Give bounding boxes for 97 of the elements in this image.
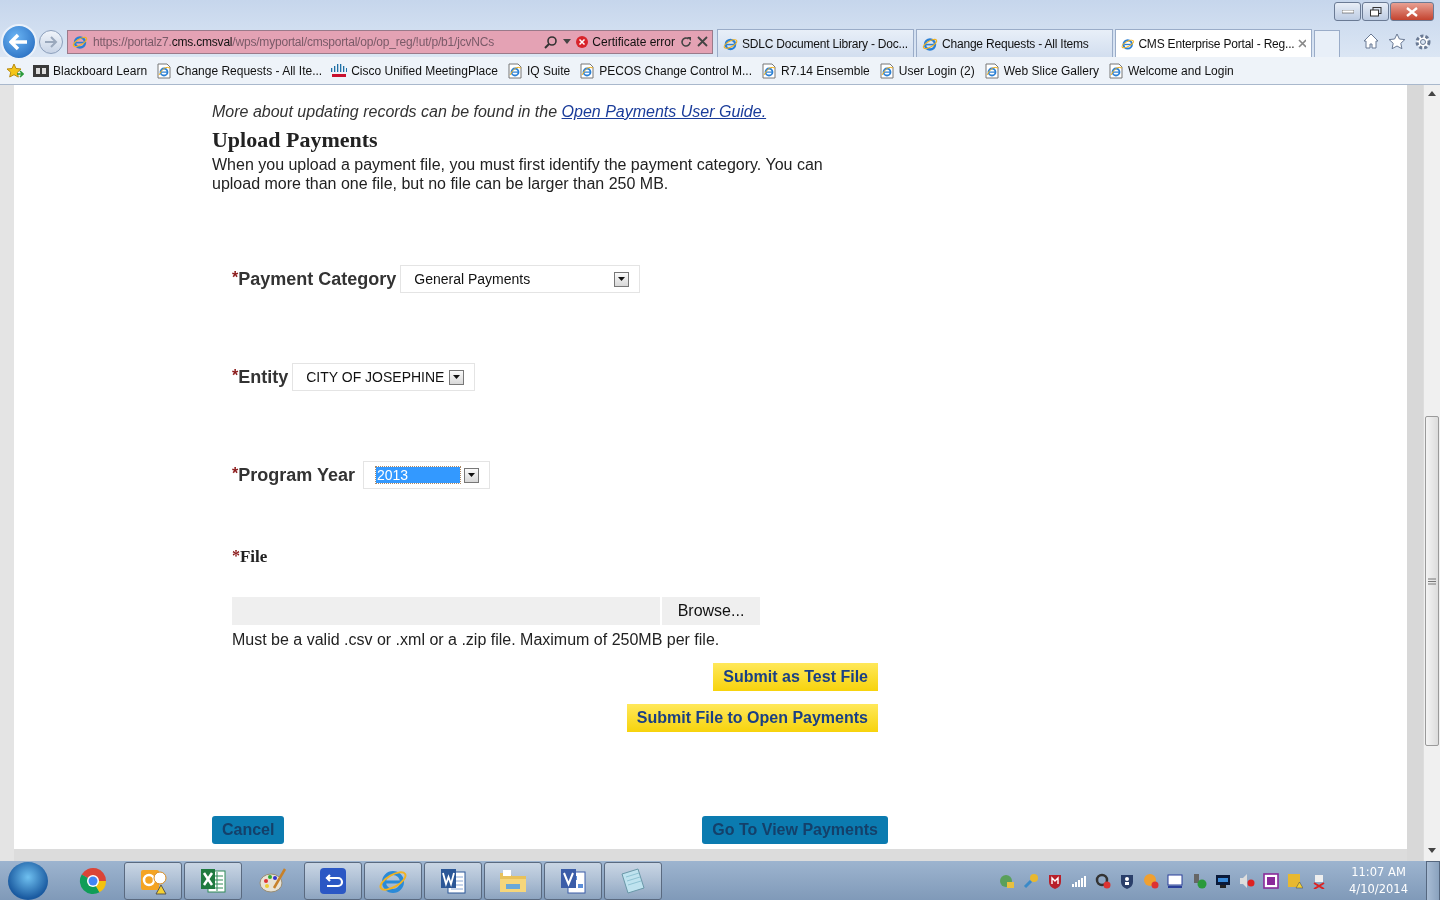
minimize-icon — [1341, 9, 1354, 14]
caret-icon[interactable] — [563, 39, 572, 44]
forward-button[interactable] — [39, 29, 63, 54]
favorite-link[interactable]: Blackboard Learn — [33, 63, 148, 78]
favorite-link[interactable]: Cisco Unified MeetingPlace — [331, 63, 498, 78]
scroll-down-icon[interactable] — [1428, 848, 1436, 853]
restore-button[interactable] — [1362, 2, 1389, 21]
submit-button[interactable]: Submit File to Open Payments — [626, 704, 878, 732]
caret-icon — [467, 473, 475, 477]
start-button[interactable] — [8, 862, 48, 900]
show-desktop-button[interactable] — [1426, 861, 1440, 900]
taskbar-app-button[interactable] — [124, 862, 182, 900]
spreadsheet-icon — [198, 866, 228, 896]
dropdown-button[interactable] — [463, 467, 479, 483]
scrollbar-track[interactable] — [1423, 85, 1440, 861]
intro-text: More about updating records can be found in the Open Payments User Guide. — [212, 103, 768, 121]
page-icon — [761, 62, 777, 79]
back-arrow-icon — [9, 32, 29, 51]
dropdown-button[interactable] — [449, 369, 465, 385]
scrollbar-thumb[interactable] — [1425, 416, 1439, 746]
select-field[interactable]: General Payments — [400, 265, 641, 293]
file-hint-text: Must be a valid .csv or .xml or a .zip file. Maximum of 250MB per file. — [232, 631, 721, 649]
notebook-icon[interactable] — [1263, 873, 1280, 889]
taskbar-app-button[interactable] — [604, 862, 662, 900]
field-label: *File — [232, 547, 269, 567]
user-guide-link[interactable]: Open Payments User Guide. — [561, 103, 767, 120]
close-icon — [1406, 6, 1418, 17]
browser-tab[interactable]: Change Requests - All Items — [916, 29, 1113, 57]
page-icon — [156, 62, 173, 79]
gear-icon[interactable] — [1414, 32, 1432, 51]
favorite-link[interactable]: User Login (2) — [878, 62, 975, 79]
warning-app-icon[interactable] — [1287, 873, 1304, 889]
shield-person-icon[interactable] — [1119, 873, 1136, 889]
browser-icon — [72, 33, 88, 50]
description-text: When you upload a payment file, you must first identify the payment category. You can upload more than one file, but no file can be larger than 250 MB. — [212, 155, 824, 193]
favorite-link[interactable]: PECOS Change Control M... — [579, 62, 752, 79]
shield-icon[interactable] — [1047, 873, 1064, 889]
sync-error-icon[interactable] — [1095, 873, 1112, 889]
taskbar-app-button[interactable] — [484, 862, 542, 900]
grip-icon — [1428, 577, 1436, 585]
star-icon[interactable] — [1388, 32, 1406, 50]
update-error-icon[interactable] — [1143, 873, 1160, 889]
page-icon — [878, 62, 895, 79]
scroll-up-icon[interactable] — [1428, 91, 1436, 96]
field-label: *Program Year — [232, 464, 355, 486]
page-icon — [1107, 62, 1124, 79]
favorites-star-icon[interactable] — [6, 62, 24, 79]
address-field[interactable]: https://portalz7.cms.cmsval/wps/myportal/cmsportal/op/op_reg/!ut/p/b1/jcvNCs Certificate error — [67, 29, 713, 54]
favorite-link[interactable]: Welcome and Login — [1107, 62, 1234, 79]
page-icon — [983, 62, 1000, 79]
search-icon[interactable] — [544, 34, 559, 49]
diagram-document-icon — [558, 866, 588, 896]
taskbar-app-button[interactable] — [304, 862, 362, 900]
taskbar-app-button[interactable] — [544, 862, 602, 900]
minimize-button[interactable] — [1334, 2, 1361, 21]
speaker-muted-icon[interactable] — [1239, 873, 1256, 889]
signal-icon[interactable] — [1071, 873, 1088, 889]
plug-check-icon[interactable] — [1191, 873, 1208, 889]
field-label: *Payment Category — [232, 268, 397, 290]
favorite-link[interactable]: Web Slice Gallery — [983, 62, 1099, 79]
select-field[interactable]: CITY OF JOSEPHINE — [292, 363, 476, 391]
taskbar-app-button[interactable] — [364, 862, 422, 900]
page-icon — [506, 62, 523, 79]
home-icon[interactable] — [1362, 32, 1380, 49]
section-heading: Upload Payments — [212, 127, 379, 153]
bb-icon — [33, 63, 49, 78]
page-icon — [579, 62, 596, 79]
notepad-icon — [618, 866, 648, 896]
favorite-link[interactable]: R7.14 Ensemble — [761, 62, 870, 79]
display-icon[interactable] — [1215, 873, 1232, 889]
caret-icon — [453, 375, 461, 379]
palette-icon — [258, 866, 288, 896]
taskbar-app-button[interactable] — [424, 862, 482, 900]
field-label: *Entity — [232, 366, 289, 388]
submit-button[interactable]: Submit as Test File — [713, 663, 878, 691]
caret-icon — [618, 277, 626, 281]
certificate-error-button[interactable]: Certificate error — [576, 34, 675, 49]
favorite-link[interactable]: Change Requests - All Ite... — [156, 62, 323, 79]
stop-icon[interactable] — [697, 36, 708, 47]
forward-arrow-icon — [44, 35, 58, 48]
browse-button[interactable]: Browse... — [662, 597, 760, 625]
browser-icon — [922, 35, 938, 52]
dropdown-button[interactable] — [614, 271, 630, 287]
close-tab-icon[interactable] — [1298, 39, 1306, 48]
tricolor-circle-icon — [78, 866, 108, 896]
taskbar-app-button[interactable] — [184, 862, 242, 900]
restore-icon — [1369, 6, 1382, 17]
close-button[interactable] — [1390, 2, 1434, 21]
monitor-icon[interactable] — [1167, 873, 1184, 889]
refresh-icon[interactable] — [680, 35, 692, 48]
browser-tab[interactable]: CMS Enterprise Portal - Reg... — [1115, 29, 1312, 57]
bridge-bars-icon — [331, 63, 348, 78]
document-icon — [438, 866, 468, 896]
back-button[interactable] — [1, 23, 37, 60]
browser-tab[interactable]: SDLC Document Library - Doc... — [717, 29, 914, 57]
error-icon — [576, 35, 589, 48]
favorite-link[interactable]: IQ Suite — [506, 62, 571, 79]
